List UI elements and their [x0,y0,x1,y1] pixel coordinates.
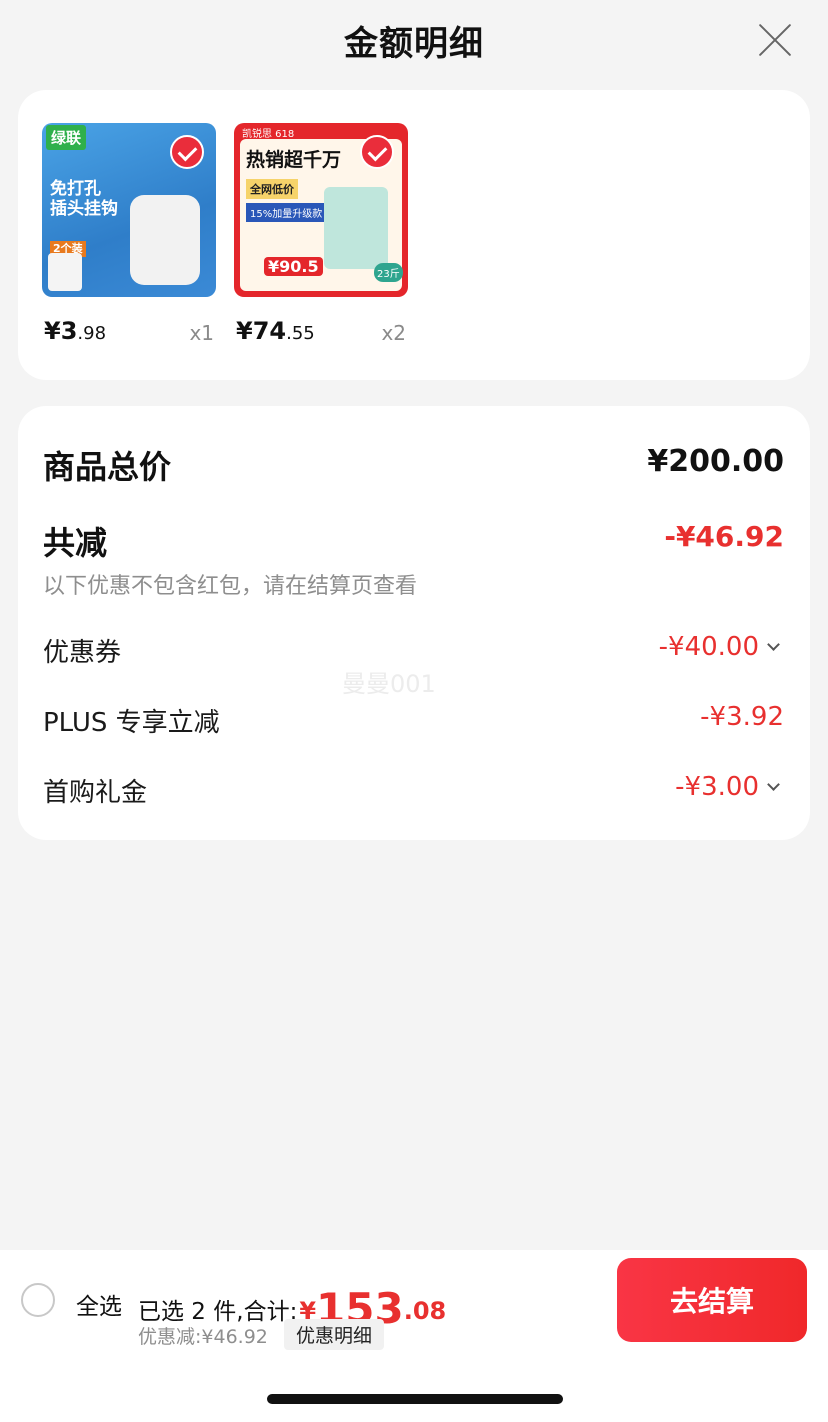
home-indicator[interactable] [267,1394,563,1404]
discount-detail-button[interactable]: 优惠明细 [284,1319,385,1350]
watermark: 曼曼001 [342,670,436,698]
page-title: 金额明细 [344,23,484,64]
coupon-label: 优惠券 [43,638,122,668]
total-price-label: 商品总价 [43,448,172,486]
product-qty: x1 [189,321,214,345]
total-price-value: ¥200.00 [647,444,784,479]
first-purchase-value[interactable]: -¥3.00 [675,772,780,802]
product-price: ¥74.55 [236,317,315,345]
price-row: ¥3.98 x1 [42,311,216,351]
reduction-label: 共减 [43,524,108,562]
product-item[interactable]: 绿联 免打孔 插头挂钩 2个装 ¥3.98 x1 [42,123,216,351]
price-row: ¥74.55 x2 [234,311,408,351]
thumb-brand: 绿联 [46,125,87,150]
chevron-down-icon[interactable] [767,778,780,791]
thumb-tag: 全网低价 [246,179,298,199]
radio-unchecked-icon[interactable] [21,1283,55,1317]
chevron-down-icon[interactable] [767,638,780,651]
coupon-value[interactable]: -¥40.00 [659,632,780,662]
checkout-button[interactable]: 去结算 [617,1258,807,1342]
socket-image [48,253,82,291]
thumb-price: ¥90.5 [264,257,323,276]
product-image [130,195,200,285]
discount-text: 优惠减:¥46.92 [138,1326,268,1348]
plus-discount-value: -¥3.92 [700,702,784,732]
thumb-tag: 15%加量升级款 [246,203,327,222]
first-purchase-label: 首购礼金 [43,778,148,808]
product-qty: x2 [381,321,406,345]
reduction-note: 以下优惠不包含红包，请在结算页查看 [43,574,418,599]
product-image [324,187,388,269]
plus-discount-label: PLUS 专享立减 [43,708,220,738]
close-icon[interactable] [758,22,792,56]
checkout-bar: 全选 已选 2 件,合计:¥153.08 优惠减:¥46.92 优惠明细 去结算 [0,1250,828,1350]
product-price: ¥3.98 [44,317,107,345]
header: 金额明细 [0,0,828,80]
thumb-brand: 凯锐思 618 [242,129,295,140]
product-thumbnail[interactable]: 绿联 免打孔 插头挂钩 2个装 [42,123,216,297]
total-decimal: .08 [403,1297,447,1325]
home-area [0,1350,828,1422]
product-item[interactable]: 凯锐思 618 热销超千万 全网低价 15%加量升级款 ¥90.5 23斤 ¥7… [234,123,408,351]
checkmark-icon[interactable] [170,135,204,169]
product-thumbnail[interactable]: 凯锐思 618 热销超千万 全网低价 15%加量升级款 ¥90.5 23斤 [234,123,408,297]
price-summary-card: 商品总价 ¥200.00 共减 -¥46.92 以下优惠不包含红包，请在结算页查… [18,406,810,840]
products-card: 绿联 免打孔 插头挂钩 2个装 ¥3.98 x1 凯锐思 618 热销超千万 全… [18,90,810,380]
checkmark-icon[interactable] [360,135,394,169]
thumb-weight: 23斤 [374,263,403,282]
thumb-headline: 免打孔 插头挂钩 [50,179,118,219]
thumb-headline: 热销超千万 [246,149,342,171]
reduction-value: -¥46.92 [664,520,784,553]
select-all-label[interactable]: 全选 [76,1287,122,1321]
